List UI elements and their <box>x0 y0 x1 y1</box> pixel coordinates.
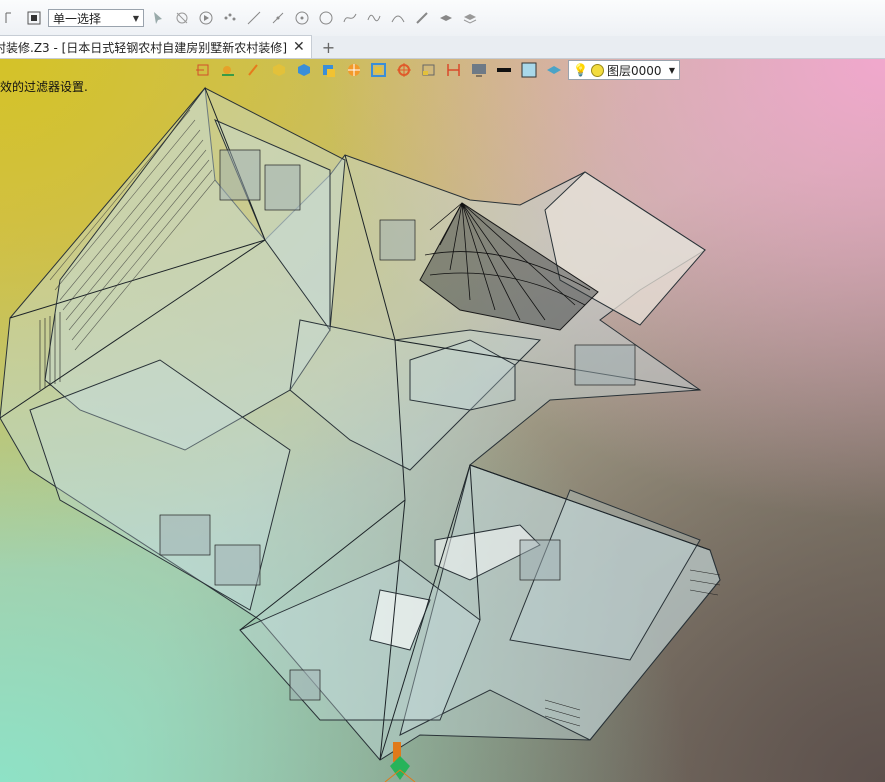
close-icon[interactable]: ✕ <box>293 39 305 55</box>
dimension-icon[interactable] <box>443 60 465 80</box>
selection-mode-value: 单一选择 <box>53 11 102 26</box>
lightbulb-icon: 💡 <box>573 63 588 77</box>
house-model-wireframe <box>0 86 721 782</box>
arc-icon[interactable] <box>388 8 408 28</box>
pointer-icon[interactable] <box>148 8 168 28</box>
line-weight-icon[interactable] <box>493 60 515 80</box>
spline-icon[interactable] <box>364 8 384 28</box>
line2-icon[interactable] <box>268 8 288 28</box>
cube-yellow-icon[interactable] <box>268 60 290 80</box>
layer-stack-icon[interactable] <box>436 8 456 28</box>
color-swatch-icon[interactable] <box>518 60 540 80</box>
curve-icon[interactable] <box>340 8 360 28</box>
layer-color-icon <box>590 63 604 77</box>
target-icon[interactable] <box>393 60 415 80</box>
filter-icon[interactable] <box>172 8 192 28</box>
chevron-down-icon: ▼ <box>668 65 675 75</box>
pen-icon[interactable] <box>243 60 265 80</box>
selection-mode-select[interactable]: 单一选择 ▼ <box>48 9 144 27</box>
tab-title: 农村装修.Z3 - [日本日式轻钢农村自建房别墅新农村装修] <box>0 40 287 55</box>
add-tab-button[interactable]: + <box>322 36 335 58</box>
chevron-down-icon: ▼ <box>132 13 139 23</box>
view-tree-icon[interactable] <box>218 60 240 80</box>
play-icon[interactable] <box>196 8 216 28</box>
panel-icon[interactable] <box>418 60 440 80</box>
view-history-icon[interactable] <box>193 60 215 80</box>
display-icon[interactable] <box>468 60 490 80</box>
layer-stack2-icon[interactable] <box>460 8 480 28</box>
point-circle-icon[interactable] <box>292 8 312 28</box>
layer-name: 图层0000 <box>606 63 662 78</box>
status-message: 效的过滤器设置. <box>0 80 88 94</box>
viewport-toolbar: 💡 图层0000 ▼ <box>193 59 680 81</box>
cube-view-icon[interactable] <box>318 60 340 80</box>
layer-icon[interactable] <box>543 60 565 80</box>
line-icon[interactable] <box>244 8 264 28</box>
cube-blue-icon[interactable] <box>293 60 315 80</box>
knife-icon[interactable] <box>412 8 432 28</box>
circle-icon[interactable] <box>316 8 336 28</box>
frame-icon[interactable] <box>368 60 390 80</box>
document-tabs: 农村装修.Z3 - [日本日式轻钢农村自建房别墅新农村装修] ✕ + <box>0 35 885 59</box>
layer-select[interactable]: 💡 图层0000 ▼ <box>568 60 680 80</box>
3d-viewport[interactable]: 效的过滤器设置. 💡 图层0000 ▼ <box>0 59 885 782</box>
undo-icon[interactable] <box>0 8 20 28</box>
points-icon[interactable] <box>220 8 240 28</box>
main-toolbar: 单一选择 ▼ <box>0 0 885 37</box>
stop-icon[interactable] <box>24 8 44 28</box>
tab-active-document[interactable]: 农村装修.Z3 - [日本日式轻钢农村自建房别墅新农村装修] ✕ <box>0 35 312 58</box>
render-mode-icon[interactable] <box>343 60 365 80</box>
